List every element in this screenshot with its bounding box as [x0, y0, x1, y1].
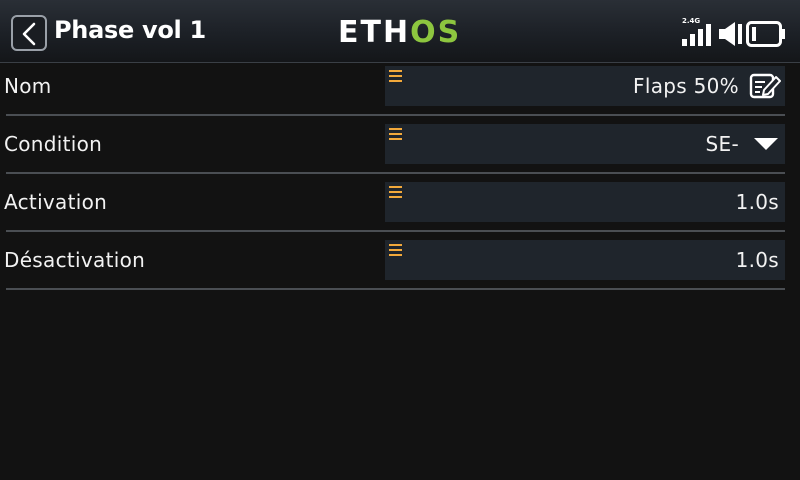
- row-divider: [6, 288, 785, 290]
- activation-value: 1.0s: [735, 190, 779, 214]
- logo-text-os: OS: [410, 15, 462, 50]
- deactivation-value: 1.0s: [735, 248, 779, 272]
- row-divider: [6, 114, 785, 116]
- condition-label: Condition: [4, 132, 103, 156]
- edit-icon[interactable]: [749, 72, 781, 100]
- name-label: Nom: [4, 74, 52, 98]
- drag-handle-icon[interactable]: [389, 70, 402, 82]
- drag-handle-icon[interactable]: [389, 186, 402, 198]
- speaker-icon[interactable]: [718, 20, 744, 48]
- screen: Phase vol 1 ETHOS 2.4G Nom Flaps 50% Con…: [0, 0, 800, 480]
- dropdown-arrow-icon[interactable]: [753, 137, 779, 151]
- setting-row-deactivation: Désactivation 1.0s: [0, 236, 800, 294]
- condition-value: SE-: [705, 132, 739, 156]
- deactivation-field[interactable]: 1.0s: [385, 240, 785, 280]
- drag-handle-icon[interactable]: [389, 128, 402, 140]
- back-button[interactable]: [11, 15, 47, 51]
- activation-field[interactable]: 1.0s: [385, 182, 785, 222]
- logo-text-eth: ETH: [338, 15, 411, 50]
- name-value: Flaps 50%: [633, 74, 739, 98]
- chevron-left-icon: [22, 22, 36, 46]
- deactivation-label: Désactivation: [4, 248, 146, 272]
- setting-row-name: Nom Flaps 50%: [0, 62, 800, 120]
- activation-label: Activation: [4, 190, 108, 214]
- row-divider: [6, 172, 785, 174]
- setting-row-condition: Condition SE-: [0, 120, 800, 178]
- battery-icon[interactable]: [746, 21, 786, 47]
- row-divider: [6, 230, 785, 232]
- name-field[interactable]: Flaps 50%: [385, 66, 785, 106]
- header-bar: Phase vol 1 ETHOS 2.4G: [0, 0, 800, 63]
- condition-select[interactable]: SE-: [385, 124, 785, 164]
- signal-strength-icon[interactable]: [682, 24, 716, 46]
- page-title: Phase vol 1: [54, 16, 206, 44]
- drag-handle-icon[interactable]: [389, 244, 402, 256]
- setting-row-activation: Activation 1.0s: [0, 178, 800, 236]
- ethos-logo: ETHOS: [338, 16, 461, 50]
